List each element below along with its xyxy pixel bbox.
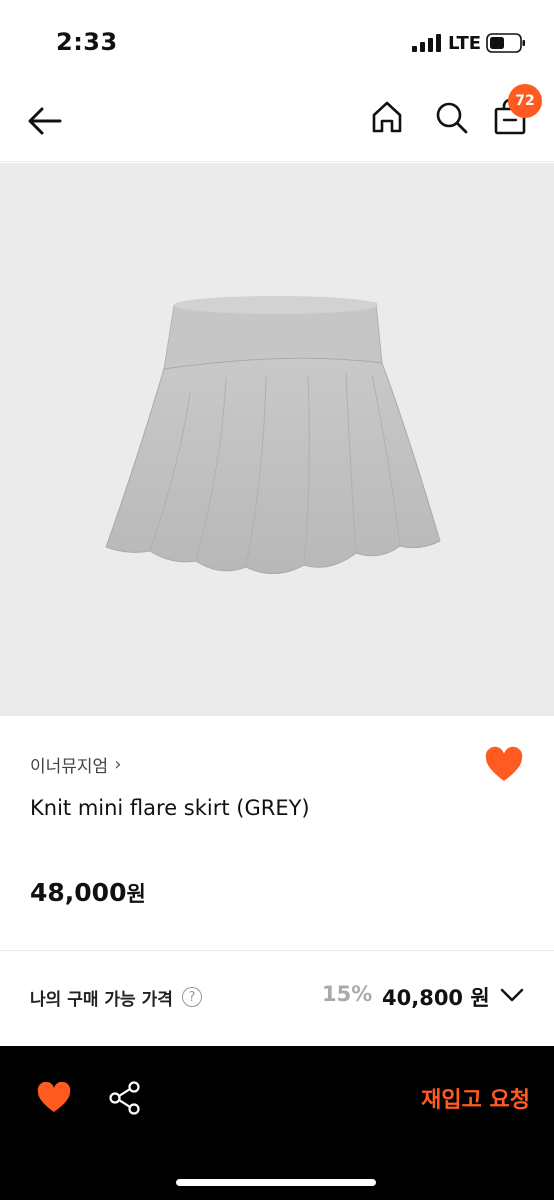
- price-value: 48,000: [30, 878, 127, 907]
- my-price-row[interactable]: 나의 구매 가능 가격 ? 15% 40,800 원: [0, 951, 554, 1045]
- brand-name: 이너뮤지엄: [30, 757, 109, 777]
- product-image[interactable]: [0, 163, 554, 716]
- final-price: 40,800 원: [382, 986, 490, 1010]
- status-bar: 2:33 LTE: [0, 0, 554, 80]
- product-name: Knit mini flare skirt (GREY): [30, 796, 310, 820]
- help-icon[interactable]: ?: [182, 987, 202, 1007]
- search-icon[interactable]: [432, 98, 470, 136]
- brand-link[interactable]: 이너뮤지엄 ›: [30, 752, 121, 777]
- cart-count-badge[interactable]: 72: [508, 84, 542, 118]
- navigation-bar: [0, 80, 554, 162]
- heart-icon[interactable]: [484, 746, 524, 784]
- chevron-right-icon: ›: [114, 754, 122, 775]
- skirt-illustration: [105, 296, 441, 574]
- bottom-action-bar: 재입고 요청: [0, 1046, 554, 1200]
- product-info: 이너뮤지엄 › Knit mini flare skirt (GREY) 48,…: [0, 716, 554, 952]
- price-unit: 원: [126, 882, 146, 906]
- home-indicator[interactable]: [176, 1179, 376, 1186]
- share-icon[interactable]: [108, 1080, 142, 1116]
- battery-icon: [486, 33, 525, 53]
- chevron-down-icon[interactable]: [500, 987, 524, 1003]
- restock-request-button[interactable]: 재입고 요청: [340, 1068, 530, 1128]
- product-price: 48,000원: [30, 878, 146, 908]
- back-arrow-icon[interactable]: [26, 102, 64, 140]
- network-type: LTE: [448, 33, 482, 54]
- my-price-label: 나의 구매 가능 가격: [30, 990, 173, 1010]
- discount-rate: 15%: [322, 982, 373, 1006]
- signal-icon: [412, 34, 441, 52]
- home-icon[interactable]: [368, 98, 406, 136]
- status-time: 2:33: [56, 28, 118, 56]
- heart-icon[interactable]: [36, 1082, 72, 1114]
